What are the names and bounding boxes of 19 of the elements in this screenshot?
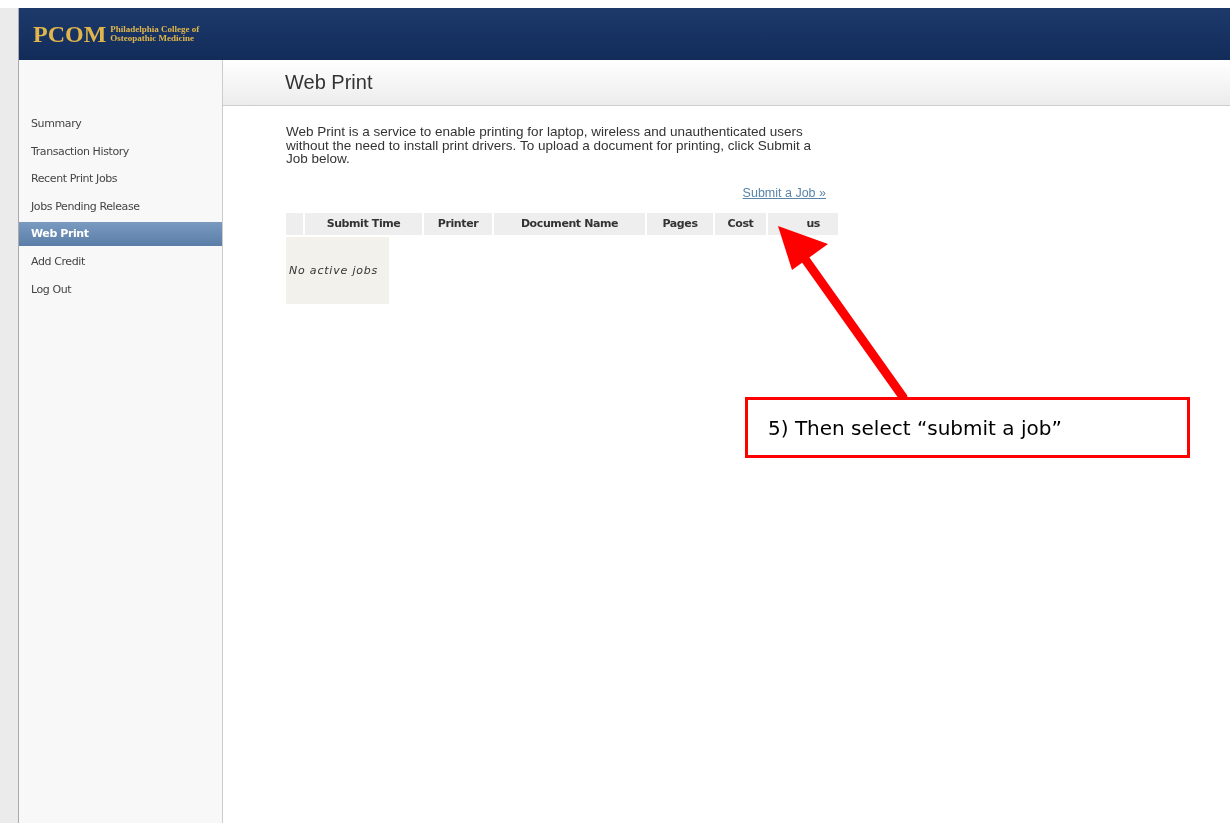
logo-text: PCOM [33, 20, 107, 48]
sidebar-item[interactable]: Recent Print Jobs [19, 165, 222, 193]
sidebar-item[interactable]: Transaction History [19, 137, 222, 165]
column-header: Pages [647, 212, 713, 235]
column-header: Cost [715, 212, 766, 235]
sidebar-item[interactable]: Log Out [19, 275, 222, 303]
annotation-callout: 5) Then select “submit a job” [745, 397, 1190, 458]
sidebar-item[interactable]: Add Credit [19, 248, 222, 276]
column-header: Printer [424, 212, 492, 235]
sidebar-item[interactable]: Jobs Pending Release [19, 192, 222, 220]
sidebar-item[interactable]: Summary [19, 110, 222, 138]
empty-message: No active jobs [286, 236, 389, 304]
college-name: Philadelphia College of Osteopathic Medicine [110, 25, 201, 43]
column-header: Submit Time [305, 212, 422, 235]
column-header: Document Name [494, 212, 645, 235]
page-title: Web Print [285, 71, 373, 94]
intro-text: Web Print is a service to enable printing for laptop, wireless and unauthenticated users without the need to install print drivers. To upload a document for printing, click Submit a Job below. [286, 125, 813, 166]
submit-job-link[interactable]: Submit a Job » [742, 185, 826, 200]
column-header: us [768, 212, 838, 235]
